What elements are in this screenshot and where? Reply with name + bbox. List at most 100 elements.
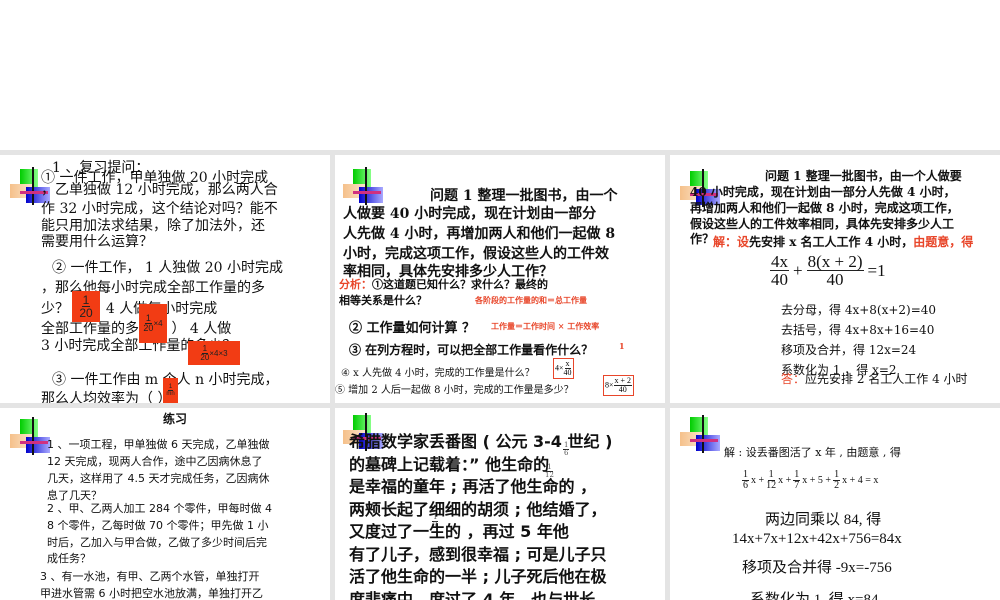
equation: 16x +1 12 x +1 7 x + 5 +1 2 x + 4 = x — [742, 470, 878, 491]
text-line: 移项及合并，得 12x=24 — [781, 343, 917, 357]
text-line: 再增加两人和他们一起做 8 小时，完成这项工作， — [690, 201, 959, 215]
text-line: 作？ — [690, 232, 715, 246]
question-3: ③ 在列方程时，可以把全部工作量看作什么？ — [349, 343, 594, 357]
fraction: 1 12 — [766, 470, 776, 491]
denominator: 40 — [771, 270, 788, 289]
denominator: 2 — [834, 480, 840, 491]
denominator: 6 — [564, 449, 569, 457]
numerator: 1 — [167, 384, 174, 391]
solution-red: 由题意，得 — [913, 235, 974, 249]
slide-thumbnail-3[interactable]: 问题 1 整理一批图书，由一个人做要 40 小时完成，现在计划由一部分人先做 4 … — [670, 155, 1000, 403]
denominator: 20 — [200, 352, 210, 362]
text-line: 问题 1 整理一批图书，由一个 — [430, 188, 618, 204]
text-line: 移项及合并得 -9x=-756 — [742, 560, 892, 576]
slide-title: 练习 — [163, 412, 188, 426]
equation-rhs: =1 — [867, 260, 886, 280]
solution-text: 解 : 设丢番图活了 x 年 , 由题意 , 得 — [724, 446, 901, 459]
text-line: 那么人均效率为（ ） — [41, 391, 172, 403]
text-line: 是幸福的童年 ; 再活了他生命的 ， — [349, 477, 597, 496]
question-5: ⑤ 增加 2 人后一起做 8 小时，完成的工作量是多少？ — [335, 385, 574, 396]
solution-text: 先安排 x 名工人工作 4 小时， — [749, 235, 914, 249]
fraction: 16 — [742, 470, 749, 491]
answer-tail: ×4 — [153, 319, 163, 328]
text-line: 2 、甲、乙两人加工 284 个零件，甲每时做 4 — [47, 502, 272, 515]
denominator: 12 — [545, 471, 554, 479]
term: x + — [751, 475, 765, 486]
text-line: 的墓碑上记载着：” 他生命的 — [349, 454, 550, 474]
answer-text: 应先安排 2 名工人工作 4 小时 — [805, 372, 968, 386]
numerator: 4x — [770, 252, 789, 271]
plus: + — [793, 260, 803, 280]
answer-4-box: 4× x 40 — [553, 358, 574, 379]
answer-box-3: 1 20 ×4×3 — [188, 341, 240, 365]
numerator: 8(x + 2) — [806, 252, 864, 271]
text-line: 8 个零件，乙每时做 70 个零件；甲先做 1 小 — [47, 519, 269, 532]
text-line: 小时，完成这项工作，假设这些人的工件效 — [343, 246, 609, 262]
denominator: 6 — [743, 480, 748, 491]
text-line: 度悲痛中，度过了 4 年，也与世长 — [349, 589, 596, 600]
answer-box-2: 1 20 ×4 — [139, 304, 167, 343]
denominator: 40 — [826, 270, 844, 289]
question-2: ② 工作量如何计算 ？ — [349, 321, 476, 336]
answer-prefix: 8× — [605, 380, 614, 390]
term: x + 4 = x — [842, 475, 879, 486]
fraction-1-12: 1 12 — [545, 464, 554, 479]
slide-thumbnail-6[interactable]: 解 : 设丢番图活了 x 年 , 由题意 , 得 16x +1 12 x +1 7 x … — [670, 408, 1000, 600]
denominator: 40 — [563, 368, 572, 377]
analysis-answer-1: 各阶段的工作量的和＝总工作量 — [475, 295, 587, 305]
analysis-question: ①这道题已知什么？求什么？最终的 — [372, 278, 548, 291]
answer-box-1: 1 20 — [72, 291, 100, 322]
fraction-1-7: 17 — [432, 514, 439, 529]
text-line: 人做要 40 小时完成，现在计划由一部分 — [343, 206, 597, 222]
text-line: 问题 1 整理一批图书，由一个人做要 — [765, 169, 962, 183]
answer-3: 1 — [619, 341, 625, 351]
slide-thumbnail-2[interactable]: 问题 1 整理一批图书，由一个 人做要 40 小时完成，现在计划由一部分 人先做 4… — [335, 155, 665, 403]
text-line: 3 、有一水池，有甲、乙两个水管，单独打开 — [40, 570, 260, 583]
denominator: 7 — [433, 521, 438, 529]
analysis-question-cont: 相等关系是什么？ — [339, 294, 427, 307]
text-line: 少？（ ） 4 人做每小时完成 — [41, 301, 218, 317]
slide-thumbnail-4[interactable]: 练习 1 、一项工程，甲单独做 6 天完成，乙单独做 12 天完成，现两人合作，途… — [0, 408, 330, 600]
answer-tail: ×4×3 — [209, 348, 228, 358]
slide-logo-icon — [680, 415, 722, 457]
denominator: 7 — [794, 480, 800, 491]
text-line: 假设这些人的工件效率相同，具体先安排多少人工 — [690, 217, 955, 231]
text-line: 活了他生命的一半 ; 儿子死后他在极 — [349, 567, 607, 586]
text-line: 40 小时完成，现在计划由一部分人先做 4 小时， — [690, 185, 956, 199]
text-line: 去分母，得 4x+8(x+2)=40 — [781, 303, 937, 317]
text-line: 两颊长起了细细的胡须 ; 他结婚了， — [349, 499, 607, 519]
denominator: mn — [166, 391, 175, 397]
fraction-1-6: 16 — [563, 442, 570, 457]
answer-2: 工作量＝工作时间 × 工作效率 — [491, 321, 600, 331]
answer-5-box: 8× x + 2 40 — [603, 375, 635, 396]
text-line: ，乙单独做 12 小时完成，那么两人合 — [41, 182, 278, 198]
answer-prefix: 4× — [555, 363, 564, 373]
text-line: 1 、一项工程，甲单独做 6 天完成，乙单独做 — [47, 438, 270, 451]
text-line: 12 天完成，现两人合作，途中乙因病休息了 — [47, 455, 263, 468]
solution-label: 解：设 — [713, 235, 750, 249]
text-line: 几天，这样用了 4.5 天才完成任务，乙因病休 — [47, 472, 270, 485]
text-line: 有了儿子，感到很幸福 ; 可是儿子只 — [349, 544, 607, 564]
text-line: 甲进水管需 6 小时把空水池放满，单独打开乙 — [40, 587, 263, 600]
slide-thumbnail-5[interactable]: 希腊数学家丢番图 ( 公元 3-4 世纪 ) 的墓碑上记载着：” 他生命的 是幸福的… — [335, 408, 665, 600]
term: x + — [778, 475, 792, 486]
text-line: 又度过了一生的 ，再过 5 年他 — [349, 522, 569, 541]
equation: 4x 40 + 8(x + 2) 40 =1 — [770, 253, 886, 288]
text-line: 14x+7x+12x+42x+756=84x — [732, 531, 902, 547]
answer-box-4: 1 mn — [163, 378, 178, 403]
text-line: 时后，乙加入与甲合做，乙做了多少时间后完 — [47, 536, 267, 549]
answer-label: 答： — [781, 372, 806, 386]
denominator: 20 — [143, 323, 154, 333]
text-line: ② 一件工作， 1 人独做 20 小时完成 — [52, 260, 283, 276]
text-line: 去括号，得 4x+8x+16=40 — [781, 323, 935, 337]
term: x + 5 + — [802, 475, 832, 486]
denominator: 20 — [79, 306, 93, 320]
text-line: 系数化为 1, 得 x=84 — [750, 592, 879, 600]
fraction: 12 — [833, 470, 841, 491]
slide-logo-icon — [10, 417, 52, 459]
denominator: 40 — [618, 385, 627, 394]
denominator: 12 — [766, 480, 777, 491]
slide-thumbnail-1[interactable]: 1 、复习提问： ① 一件工作，甲单独做 20 小时完成 ，乙单独做 12 小时完成… — [0, 155, 330, 403]
analysis-label: 分析： — [339, 278, 372, 291]
text-line: 需要用什么运算？ — [41, 234, 153, 250]
